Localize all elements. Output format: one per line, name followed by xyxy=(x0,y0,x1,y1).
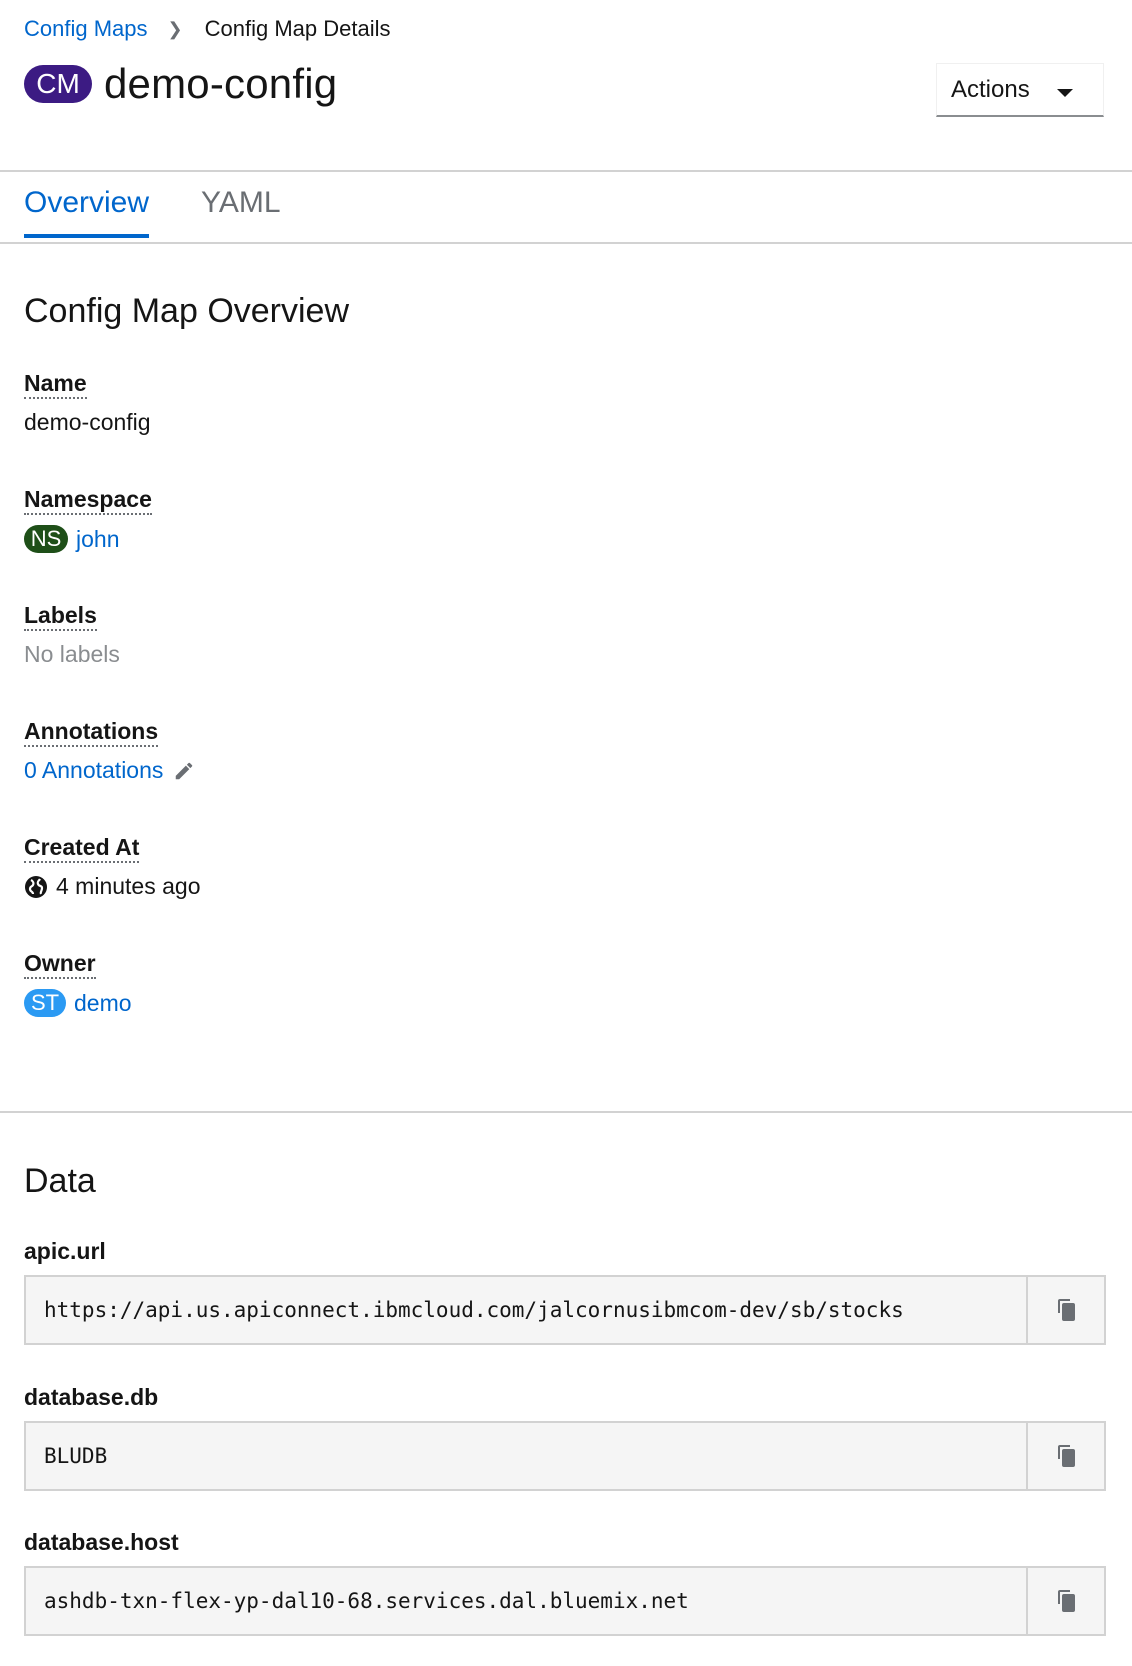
field-created-value: 4 minutes ago xyxy=(24,873,724,900)
overview-heading: Config Map Overview xyxy=(24,292,350,330)
globe-icon xyxy=(24,875,48,899)
actions-label: Actions xyxy=(951,75,1030,103)
copy-icon xyxy=(1058,1445,1075,1467)
tab-yaml[interactable]: YAML xyxy=(201,186,280,238)
data-item: database.host ashdb-txn-flex-yp-dal10-68… xyxy=(24,1529,1106,1636)
owner-badge: ST xyxy=(24,989,66,1017)
field-annotations: Annotations 0 Annotations xyxy=(24,718,724,834)
field-created-at: Created At 4 minutes ago xyxy=(24,834,724,950)
field-labels-value: No labels xyxy=(24,641,120,667)
resource-badge-cm: CM xyxy=(24,65,92,103)
field-owner-value: ST demo xyxy=(24,989,724,1017)
data-divider xyxy=(0,1111,1132,1113)
tab-overview[interactable]: Overview xyxy=(24,186,150,238)
data-value[interactable]: https://api.us.apiconnect.ibmcloud.com/j… xyxy=(26,1277,1026,1343)
data-heading: Data xyxy=(24,1162,96,1200)
data-value-box: ashdb-txn-flex-yp-dal10-68.services.dal.… xyxy=(24,1566,1106,1636)
breadcrumb-current: Config Map Details xyxy=(204,16,391,41)
page-heading: CM demo-config xyxy=(24,60,337,108)
copy-button[interactable] xyxy=(1026,1277,1104,1343)
data-value[interactable]: ashdb-txn-flex-yp-dal10-68.services.dal.… xyxy=(26,1568,1026,1634)
created-at-text: 4 minutes ago xyxy=(56,873,201,899)
field-labels-label[interactable]: Labels xyxy=(24,602,97,631)
field-name-value: demo-config xyxy=(24,409,151,435)
breadcrumb-config-maps-link[interactable]: Config Maps xyxy=(24,16,148,42)
field-namespace-value: NS john xyxy=(24,525,724,553)
copy-icon xyxy=(1058,1299,1075,1321)
copy-icon xyxy=(1058,1590,1075,1612)
data-item: apic.url https://api.us.apiconnect.ibmcl… xyxy=(24,1238,1106,1345)
field-annotations-value: 0 Annotations xyxy=(24,757,724,784)
caret-down-icon xyxy=(1057,89,1073,97)
pencil-icon[interactable] xyxy=(173,760,195,782)
namespace-link[interactable]: john xyxy=(76,526,119,553)
page-title: demo-config xyxy=(104,60,338,107)
field-owner: Owner ST demo xyxy=(24,950,724,1066)
field-name: Name demo-config xyxy=(24,370,724,486)
copy-button[interactable] xyxy=(1026,1568,1104,1634)
owner-link[interactable]: demo xyxy=(74,990,132,1017)
data-value-box: https://api.us.apiconnect.ibmcloud.com/j… xyxy=(24,1275,1106,1345)
copy-button[interactable] xyxy=(1026,1423,1104,1489)
field-annotations-label[interactable]: Annotations xyxy=(24,718,159,747)
annotations-link[interactable]: 0 Annotations xyxy=(24,757,163,784)
tab-bar: Overview YAML xyxy=(24,186,333,238)
data-item: database.db BLUDB xyxy=(24,1384,1106,1491)
field-owner-label[interactable]: Owner xyxy=(24,950,96,979)
data-value[interactable]: BLUDB xyxy=(26,1423,1026,1489)
field-namespace-label[interactable]: Namespace xyxy=(24,486,152,515)
namespace-badge: NS xyxy=(24,525,68,553)
header-divider xyxy=(0,170,1132,172)
tabs-divider xyxy=(0,242,1132,244)
data-value-box: BLUDB xyxy=(24,1421,1106,1491)
field-created-label[interactable]: Created At xyxy=(24,834,140,863)
details-list: Name demo-config Namespace NS john Label… xyxy=(24,370,724,1066)
field-namespace: Namespace NS john xyxy=(24,486,724,602)
data-key: apic.url xyxy=(24,1238,106,1264)
data-key: database.host xyxy=(24,1529,179,1555)
data-key: database.db xyxy=(24,1384,159,1410)
chevron-right-icon: ❯ xyxy=(167,18,183,39)
actions-dropdown[interactable]: Actions xyxy=(936,63,1104,117)
field-name-label[interactable]: Name xyxy=(24,370,87,399)
breadcrumb: Config Maps ❯ Config Map Details xyxy=(24,16,390,42)
field-labels: Labels No labels xyxy=(24,602,724,718)
